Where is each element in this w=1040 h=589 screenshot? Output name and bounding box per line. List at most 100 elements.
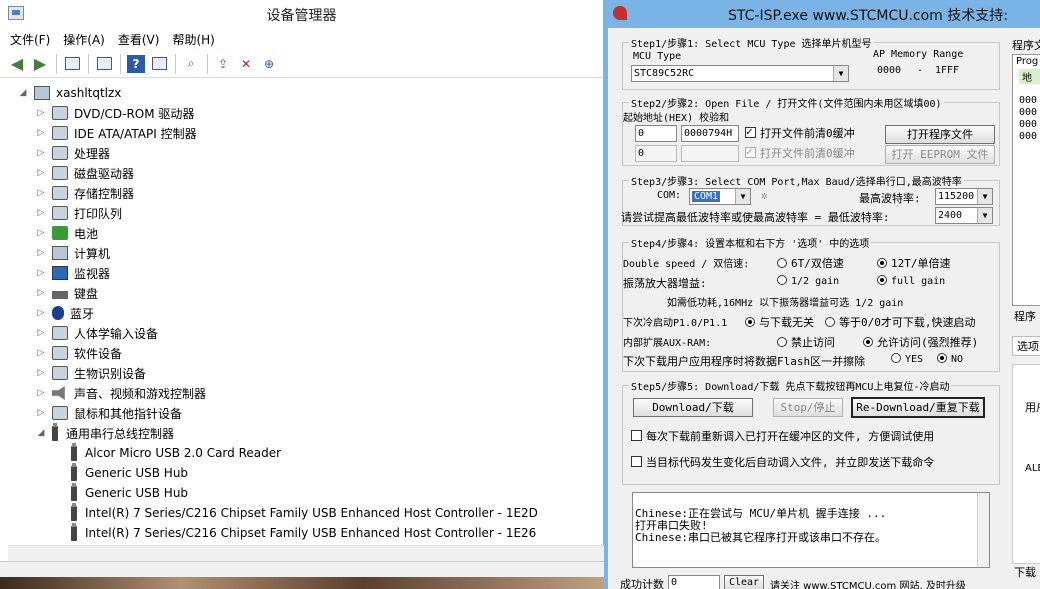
- usb-device-item[interactable]: Intel(R) 7 Series/C216 Chipset Family US…: [0, 502, 604, 523]
- view-icon[interactable]: [150, 55, 168, 73]
- eeprom-clear-buffer-checkbox[interactable]: 打开文件前清0缓冲: [745, 145, 855, 161]
- open-program-file-button[interactable]: 打开程序文件: [885, 125, 995, 144]
- tree-category[interactable]: ▷ 处理器: [0, 143, 604, 163]
- tree-category[interactable]: ▷ 键盘: [0, 283, 604, 303]
- chevron-down-icon[interactable]: ▼: [977, 208, 992, 223]
- disable-icon[interactable]: ✕: [237, 55, 255, 73]
- checkbox-checked-disabled[interactable]: [745, 145, 756, 158]
- expand-icon[interactable]: ▷: [36, 348, 46, 358]
- usb-device-item[interactable]: Alcor Micro USB 2.0 Card Reader: [0, 442, 604, 463]
- com-port-select[interactable]: COM1 ▼: [689, 188, 751, 205]
- menu-file[interactable]: 文件(F): [10, 31, 50, 48]
- radio-erase-yes[interactable]: YES: [891, 353, 923, 365]
- website-note[interactable]: 请关注 www.STCMCU.com 网站, 及时升级: [770, 577, 966, 589]
- expand-icon[interactable]: ▷: [36, 308, 46, 318]
- auto-reload-option[interactable]: 当目标代码发生变化后自动调入文件, 并立即发送下载命令: [631, 454, 934, 470]
- collapse-icon[interactable]: ◢: [18, 88, 28, 98]
- expand-icon[interactable]: ▷: [36, 328, 46, 338]
- radio-aux-disable[interactable]: 禁止访问: [777, 334, 835, 350]
- expand-icon[interactable]: ▷: [36, 228, 46, 238]
- log-scrollbar[interactable]: [977, 493, 989, 567]
- radio-unchecked[interactable]: [777, 275, 787, 285]
- radio-cold-unrelated[interactable]: 与下载无关: [745, 314, 814, 330]
- radio-full-gain[interactable]: full gain: [877, 275, 945, 287]
- chevron-down-icon[interactable]: ▼: [735, 189, 750, 204]
- tree-category[interactable]: ▷ 监视器: [0, 263, 604, 283]
- forward-icon[interactable]: ▶: [31, 54, 49, 73]
- radio-erase-no[interactable]: NO: [937, 353, 963, 365]
- chevron-down-icon[interactable]: ▼: [833, 66, 848, 81]
- radio-unchecked[interactable]: [777, 258, 787, 268]
- radio-half-gain[interactable]: 1/2 gain: [777, 275, 839, 287]
- expand-icon[interactable]: ▷: [36, 108, 46, 118]
- radio-checked[interactable]: [877, 258, 887, 268]
- update-driver-icon[interactable]: ⇪: [214, 55, 232, 73]
- program-tab-label[interactable]: 程序: [1014, 308, 1036, 324]
- expand-icon[interactable]: ▷: [36, 208, 46, 218]
- help-icon[interactable]: ?: [127, 54, 145, 73]
- radio-aux-enable[interactable]: 允许访问(强烈推荐): [863, 334, 978, 350]
- expand-icon[interactable]: ▷: [36, 408, 46, 418]
- horizontal-scrollbar[interactable]: [8, 545, 604, 561]
- program-file-tab-label[interactable]: 程序文: [1012, 37, 1040, 53]
- usb-device-item[interactable]: Generic USB Hub: [0, 482, 604, 503]
- tree-category[interactable]: ▷ 存储控制器: [0, 183, 604, 203]
- radio-unchecked[interactable]: [777, 337, 787, 347]
- radio-unchecked[interactable]: [825, 317, 835, 327]
- max-baud-select[interactable]: 115200 ▼: [935, 188, 993, 205]
- expand-icon[interactable]: ▷: [36, 248, 46, 258]
- expand-icon[interactable]: ▷: [36, 268, 46, 278]
- expand-icon[interactable]: ▷: [36, 168, 46, 178]
- clear-count-button[interactable]: Clear: [724, 575, 764, 589]
- chevron-down-icon[interactable]: ▼: [977, 189, 992, 204]
- stc-titlebar[interactable]: STC-ISP.exe www.STCMCU.com 技术支持:: [604, 0, 1040, 28]
- start-address-input[interactable]: 0: [635, 125, 677, 142]
- tree-category[interactable]: ▷ 软件设备: [0, 343, 604, 363]
- properties-icon[interactable]: [63, 55, 81, 73]
- scan-icon[interactable]: ⌕: [182, 55, 200, 73]
- reload-before-download-option[interactable]: 每次下载前重新调入已打开在缓冲区的文件, 方便调试使用: [631, 428, 934, 444]
- download-button[interactable]: Download/下载: [633, 398, 753, 417]
- radio-unchecked[interactable]: [891, 353, 901, 363]
- checkbox-unchecked[interactable]: [631, 430, 642, 441]
- checkbox-unchecked[interactable]: [631, 456, 642, 467]
- eeprom-start-address-input[interactable]: 0: [635, 145, 677, 162]
- stop-button[interactable]: Stop/停止: [773, 398, 843, 417]
- radio-cold-zero[interactable]: 等于0/0才可下载,快速启动: [825, 314, 976, 330]
- open-eeprom-file-button[interactable]: 打开 EEPROM 文件: [885, 145, 995, 164]
- expand-icon[interactable]: ▷: [36, 148, 46, 158]
- dm-titlebar[interactable]: 设备管理器: [0, 0, 603, 28]
- tree-category[interactable]: ▷ 计算机: [0, 243, 604, 263]
- redownload-button[interactable]: Re-Download/重复下载: [851, 397, 985, 418]
- tree-category[interactable]: ▷ 蓝牙: [0, 303, 604, 323]
- radio-checked[interactable]: [877, 275, 887, 285]
- expand-icon[interactable]: ▷: [36, 188, 46, 198]
- expand-icon[interactable]: ▷: [36, 368, 46, 378]
- menu-view[interactable]: 查看(V): [118, 31, 160, 48]
- tree-category[interactable]: ▷ DVD/CD-ROM 驱动器: [0, 103, 604, 123]
- message-log[interactable]: Chinese:正在尝试与 MCU/单片机 握手连接 ... 打开串口失败! C…: [632, 492, 990, 568]
- mcu-type-select[interactable]: STC89C52RC ▼: [631, 65, 849, 82]
- usb-device-item[interactable]: Intel(R) 7 Series/C216 Chipset Family US…: [0, 522, 604, 543]
- min-baud-select[interactable]: 2400 ▼: [935, 207, 993, 224]
- tree-category[interactable]: ▷ 磁盘驱动器: [0, 163, 604, 183]
- menu-action[interactable]: 操作(A): [63, 31, 105, 48]
- tree-root[interactable]: ◢ xashltqtlzx: [0, 83, 604, 103]
- tree-category[interactable]: ▷ 生物识别设备: [0, 363, 604, 383]
- tree-category-usb[interactable]: ◢ 通用串行总线控制器: [0, 422, 604, 443]
- expand-icon[interactable]: ▷: [36, 288, 46, 298]
- clear-buffer-checkbox[interactable]: 打开文件前清0缓冲: [745, 125, 855, 141]
- checkbox-checked[interactable]: [745, 125, 756, 138]
- collapse-icon[interactable]: ◢: [36, 428, 46, 438]
- list-icon[interactable]: [95, 55, 113, 73]
- uninstall-icon[interactable]: ⊕: [260, 55, 278, 73]
- menu-help[interactable]: 帮助(H): [172, 31, 214, 48]
- tree-category[interactable]: ▷ 电池: [0, 223, 604, 243]
- tree-category[interactable]: ▷ 打印队列: [0, 203, 604, 223]
- tree-category[interactable]: ▷ IDE ATA/ATAPI 控制器: [0, 123, 604, 143]
- expand-icon[interactable]: ▷: [36, 128, 46, 138]
- radio-checked[interactable]: [863, 337, 873, 347]
- options-tab-label[interactable]: 选项: [1012, 336, 1040, 356]
- usb-device-item[interactable]: Generic USB Hub: [0, 462, 604, 483]
- radio-checked[interactable]: [937, 353, 947, 363]
